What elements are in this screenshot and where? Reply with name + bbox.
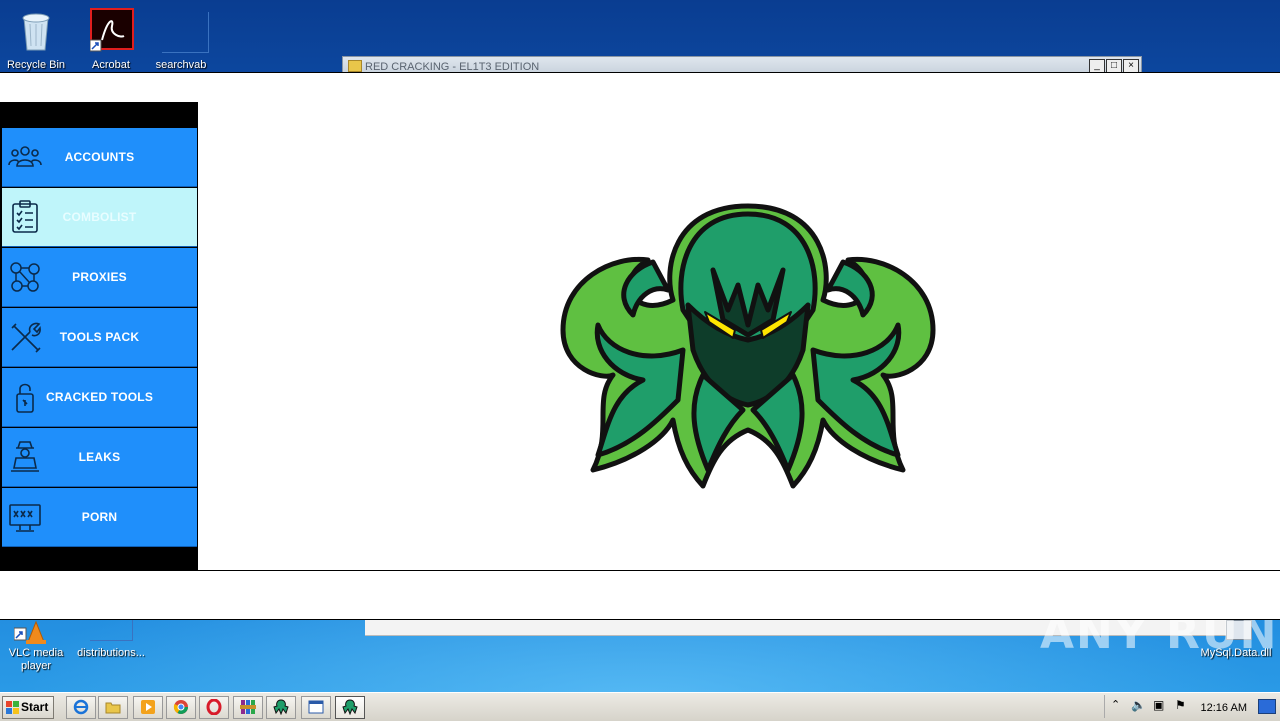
taskbar-ie-button[interactable] [66,696,96,719]
chrome-icon [173,700,188,714]
windows-logo-icon [6,701,19,714]
nav-tools-pack[interactable]: TOOLS PACK [2,308,197,367]
nav-leaks[interactable]: LEAKS [2,428,197,487]
vlc-label-line2: player [21,660,51,672]
media-player-icon [141,700,155,714]
nav-accounts[interactable]: ACCOUNTS [2,128,197,187]
minimize-button[interactable]: _ [1089,59,1105,73]
nav-proxies[interactable]: PROXIES [2,248,197,307]
kraken-app-icon [273,699,289,715]
taskbar-kraken-active-button[interactable] [335,696,365,719]
main-content [198,102,1280,571]
app-topbar[interactable] [0,72,1280,104]
folder-icon [348,60,362,72]
app-bottombar [0,570,1280,620]
nav-combolist-label: COMBOLIST [62,210,137,224]
nav-accounts-label: ACCOUNTS [64,150,135,164]
acrobat-label: Acrobat [92,59,130,71]
volume-icon[interactable]: 🔈 [1131,698,1146,712]
network-icon[interactable]: ▣ [1153,698,1164,712]
nav-leaks-label: LEAKS [78,450,121,464]
taskbar-explorer-button[interactable] [98,696,128,719]
close-button[interactable]: × [1123,59,1139,73]
recycle-bin-icon[interactable] [18,8,54,52]
winrar-icon [240,700,256,714]
distributions-label: distributions... [77,647,145,659]
taskbar-chrome-button[interactable] [166,696,196,719]
taskbar: Start ⌃ 🔈 ▣ ⚑ 12:16 AM [0,692,1280,721]
taskbar-media-button[interactable] [133,696,163,719]
taskbar-window-button[interactable] [301,696,331,719]
nav-porn-label: PORN [81,510,118,524]
folder-icon [105,702,121,714]
taskbar-kraken-button[interactable] [266,696,296,719]
clock[interactable]: 12:16 AM [1201,702,1247,714]
vlc-label: VLC media player [4,647,68,673]
opera-icon [206,699,222,715]
maximize-button[interactable]: □ [1106,59,1122,73]
nav-porn[interactable]: PORN [2,488,197,547]
vlc-icon[interactable] [13,620,58,644]
nav-tools-pack-label: TOOLS PACK [59,330,140,344]
window-icon [308,700,324,714]
searchvab-label: searchvab [155,59,207,71]
taskbar-winrar-button[interactable] [233,696,263,719]
system-tray: ⌃ 🔈 ▣ ⚑ 12:16 AM [1104,695,1280,718]
show-desktop-icon[interactable] [1258,699,1276,714]
internet-explorer-icon [73,699,89,715]
start-button[interactable]: Start [2,696,54,719]
searchvab-icon[interactable] [162,12,209,53]
nav-cracked-tools-label: CRACKED TOOLS [45,390,154,404]
sidebar: ACCOUNTS COMBOLIST PROXIES TOOLS PACK CR… [0,102,198,570]
nav-combolist[interactable]: COMBOLIST [2,188,197,247]
acrobat-icon[interactable] [89,8,134,52]
nav-cracked-tools[interactable]: CRACKED TOOLS [2,368,197,427]
kraken-mascot-logo [560,203,936,489]
tray-expand-icon[interactable]: ⌃ [1111,698,1120,711]
distributions-icon[interactable] [90,620,133,641]
vlc-label-line1: VLC media [8,647,64,659]
recycle-bin-label: Recycle Bin [6,59,66,71]
nav-proxies-label: PROXIES [72,270,127,284]
start-label: Start [21,700,49,714]
kraken-app-icon [342,699,358,715]
taskbar-opera-button[interactable] [199,696,229,719]
app-window: ACCOUNTS COMBOLIST PROXIES TOOLS PACK CR… [0,72,1280,620]
action-center-flag-icon[interactable]: ⚑ [1175,698,1186,712]
